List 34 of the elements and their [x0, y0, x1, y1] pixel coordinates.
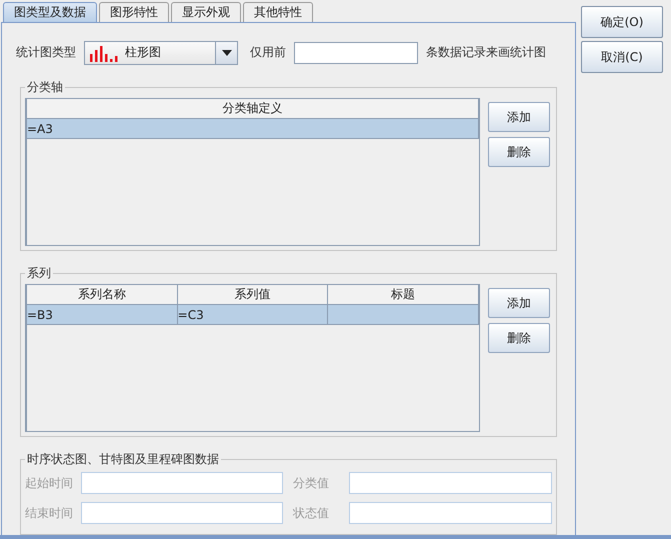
field-label: 仅用前 — [250, 44, 286, 61]
field-label: 统计图类型 — [16, 44, 76, 61]
group-title: 分类轴 — [26, 79, 64, 96]
delete-button[interactable]: 删除 — [488, 137, 550, 167]
bar-chart-icon — [89, 44, 119, 62]
cancel-button[interactable]: 取消(C) — [581, 41, 663, 73]
table-cell[interactable]: =B3 — [27, 305, 178, 325]
record-count-field[interactable] — [294, 42, 418, 64]
field-label: 状态值 — [293, 504, 330, 522]
table-cell[interactable]: =A3 — [27, 119, 479, 139]
ok-button[interactable]: 确定(O) — [581, 6, 663, 38]
dropdown-value: 柱形图 — [125, 44, 161, 61]
field-label: 分类值 — [293, 474, 330, 492]
caret-icon — [222, 50, 232, 56]
field-label: 结束时间 — [25, 504, 74, 522]
column-header: 分类轴定义 — [27, 99, 479, 119]
add-button[interactable]: 添加 — [488, 288, 550, 318]
delete-button[interactable]: 删除 — [488, 323, 550, 353]
group-title: 时序状态图、甘特图及里程碑图数据 — [26, 451, 220, 468]
tab[interactable]: 图形特性 — [99, 2, 169, 22]
column-header: 系列名称 — [27, 285, 178, 305]
column-header: 系列值 — [178, 285, 328, 305]
column-header: 标题 — [328, 285, 480, 305]
tab[interactable]: 显示外观 — [171, 2, 241, 22]
tab[interactable]: 图类型及数据 — [3, 2, 97, 22]
field-label: 起始时间 — [25, 474, 74, 492]
chart-type-dropdown[interactable]: 柱形图 — [84, 40, 238, 64]
table-cell[interactable] — [328, 305, 480, 325]
table-cell[interactable]: =C3 — [178, 305, 328, 325]
group-title: 系列 — [26, 265, 52, 282]
tab[interactable]: 其他特性 — [243, 2, 313, 22]
field-label: 条数据记录来画统计图 — [426, 44, 546, 61]
dropdown-arrow-button[interactable] — [215, 42, 237, 64]
add-button[interactable]: 添加 — [488, 102, 550, 132]
